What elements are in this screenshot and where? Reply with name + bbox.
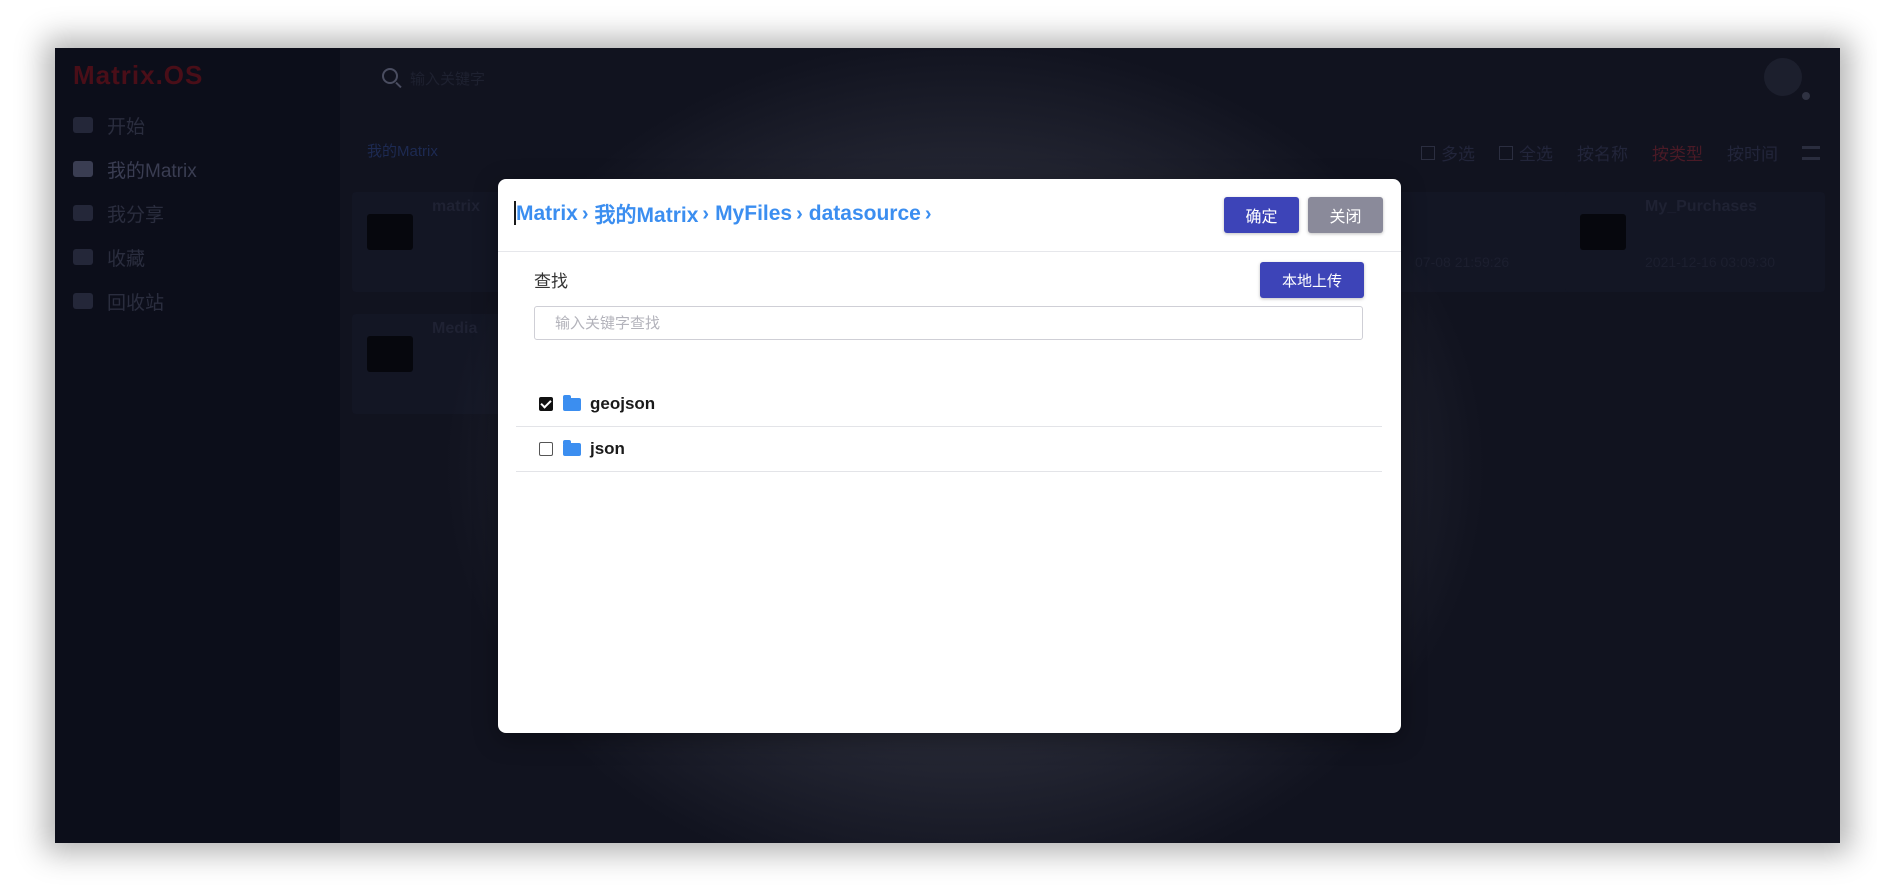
folder-icon bbox=[1580, 214, 1626, 250]
sort-by-type[interactable]: 按类型 bbox=[1652, 140, 1703, 165]
breadcrumb-item-my-matrix[interactable]: 我的Matrix bbox=[595, 199, 699, 229]
folder-picker-dialog: Matrix › 我的Matrix › MyFiles › datasource… bbox=[498, 179, 1401, 733]
confirm-button[interactable]: 确定 bbox=[1224, 197, 1299, 233]
sidebar-item-label: 我分享 bbox=[107, 204, 165, 226]
breadcrumb-item-matrix[interactable]: Matrix bbox=[516, 202, 578, 226]
sidebar-item-shared[interactable]: 我分享 bbox=[73, 198, 164, 228]
share-icon bbox=[73, 205, 93, 221]
dialog-breadcrumb: Matrix › 我的Matrix › MyFiles › datasource… bbox=[514, 199, 937, 229]
sidebar-item-label: 我的Matrix bbox=[107, 160, 197, 182]
grid-view-icon[interactable] bbox=[1802, 145, 1820, 160]
sidebar-item-my-matrix[interactable]: 我的Matrix bbox=[73, 154, 197, 184]
dialog-header: Matrix › 我的Matrix › MyFiles › datasource… bbox=[498, 179, 1401, 252]
sort-by-name[interactable]: 按名称 bbox=[1577, 140, 1628, 165]
star-icon bbox=[73, 249, 93, 265]
folder-icon bbox=[563, 439, 581, 456]
card-date: 07-08 21:59:26 bbox=[1415, 254, 1510, 270]
app-logo: Matrix.OS bbox=[73, 60, 204, 90]
file-list: geojson json bbox=[516, 382, 1382, 472]
text-cursor bbox=[514, 201, 516, 225]
chevron-right-icon: › bbox=[796, 202, 803, 225]
sort-by-time[interactable]: 按时间 bbox=[1727, 140, 1778, 165]
search-label: 查找 bbox=[534, 272, 568, 292]
search-icon[interactable] bbox=[382, 68, 398, 84]
top-search-input[interactable]: 输入关键字 bbox=[410, 68, 485, 89]
chevron-right-icon: › bbox=[581, 202, 589, 225]
folder-icon bbox=[563, 394, 581, 411]
file-card[interactable]: My_Purchases 2021-12-16 03:09:30 bbox=[1565, 192, 1825, 292]
trash-icon bbox=[73, 293, 93, 309]
sidebar-item-start[interactable]: 开始 bbox=[73, 110, 145, 140]
sidebar: Matrix.OS 开始 我的Matrix 我分享 收藏 回收站 bbox=[55, 48, 340, 843]
search-input[interactable] bbox=[534, 306, 1363, 340]
select-all-label: 全选 bbox=[1519, 145, 1553, 164]
top-bar: 输入关键字 bbox=[340, 48, 1840, 110]
breadcrumb[interactable]: 我的Matrix bbox=[367, 140, 438, 161]
card-title: Media bbox=[432, 320, 478, 337]
status-dot bbox=[1802, 92, 1810, 100]
chevron-right-icon: › bbox=[702, 202, 710, 225]
breadcrumb-item-datasource[interactable]: datasource bbox=[809, 202, 921, 226]
close-button[interactable]: 关闭 bbox=[1308, 197, 1383, 233]
select-all-toggle[interactable]: 全选 bbox=[1499, 140, 1553, 165]
sidebar-item-label: 回收站 bbox=[107, 292, 165, 314]
list-item[interactable]: json bbox=[516, 427, 1382, 472]
sidebar-item-label: 开始 bbox=[107, 116, 146, 138]
list-item[interactable]: geojson bbox=[516, 382, 1382, 427]
checkbox-icon bbox=[1499, 145, 1513, 160]
multi-select-toggle[interactable]: 多选 bbox=[1421, 140, 1475, 165]
chevron-right-icon: › bbox=[924, 202, 932, 225]
checkbox-checked[interactable] bbox=[539, 397, 553, 411]
local-upload-button[interactable]: 本地上传 bbox=[1260, 262, 1364, 298]
avatar[interactable] bbox=[1764, 58, 1802, 96]
breadcrumb-item-myfiles[interactable]: MyFiles bbox=[715, 202, 792, 226]
folder-icon bbox=[367, 214, 413, 250]
file-name: json bbox=[590, 439, 625, 458]
sidebar-item-label: 收藏 bbox=[107, 248, 146, 270]
checkbox-icon bbox=[1421, 145, 1435, 160]
sidebar-item-trash[interactable]: 回收站 bbox=[73, 286, 164, 316]
card-title: matrix bbox=[432, 198, 481, 215]
card-date: 2021-12-16 03:09:30 bbox=[1645, 254, 1775, 270]
cloud-icon bbox=[73, 161, 93, 177]
multi-select-label: 多选 bbox=[1441, 145, 1475, 164]
view-toolbar: 多选 全选 按名称 按类型 按时间 bbox=[1421, 140, 1820, 165]
folder-icon bbox=[367, 336, 413, 372]
file-name: geojson bbox=[590, 394, 656, 413]
home-icon bbox=[73, 117, 93, 133]
card-title: My_Purchases bbox=[1645, 198, 1758, 215]
sidebar-item-favorites[interactable]: 收藏 bbox=[73, 242, 145, 272]
checkbox-unchecked[interactable] bbox=[539, 442, 553, 456]
